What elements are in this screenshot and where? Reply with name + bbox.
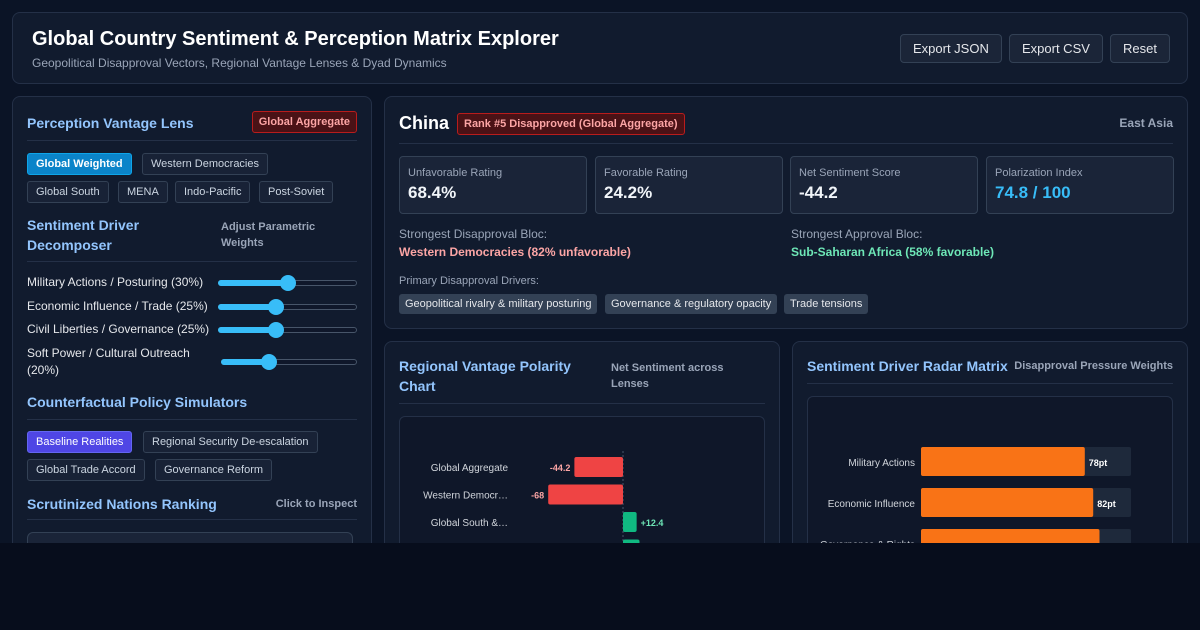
- radar-chart: Military Actions 78pt Economic Influence 82…: [807, 396, 1173, 543]
- metric-value: 68.4%: [408, 183, 457, 202]
- metric-polarization: Polarization Index 74.8 / 100: [986, 156, 1174, 214]
- radar-note: Disapproval Pressure Weights: [1014, 360, 1173, 372]
- metric-label: Unfavorable Rating: [408, 167, 503, 179]
- vantage-title: Perception Vantage Lens: [27, 115, 194, 131]
- approval-bloc-label: Strongest Approval Bloc:: [791, 227, 923, 241]
- metric-value: -44.2: [799, 183, 838, 202]
- control-sidebar: Perception Vantage Lens Global Aggregate…: [12, 96, 372, 543]
- polarity-value-label: -44.2: [550, 463, 571, 473]
- drivers-title: Sentiment Driver Decomposer: [27, 217, 140, 253]
- polarity-category-label: Global Aggregate: [431, 463, 509, 474]
- divider: [27, 140, 357, 141]
- app-viewport: Global Country Sentiment & Perception Ma…: [0, 0, 1200, 543]
- polarity-category-label: Global South &…: [431, 518, 508, 529]
- country-name: China: [399, 113, 450, 133]
- slider-thumb[interactable]: [268, 322, 285, 338]
- metric-value: 74.8 / 100: [995, 183, 1071, 202]
- polarity-bar: [623, 512, 637, 532]
- ranking-note: Click to Inspect: [275, 498, 357, 510]
- disapproval-bloc-value: Western Democracies (82% unfavorable): [399, 245, 631, 259]
- radar-value-label: 78pt: [1089, 458, 1108, 468]
- driver-tag: Trade tensions: [784, 294, 869, 314]
- radar-matrix-panel: Sentiment Driver Radar Matrix Disapprova…: [792, 341, 1188, 543]
- divider: [27, 261, 357, 262]
- radar-chart-svg: Military Actions 78pt Economic Influence 82…: [820, 447, 1131, 543]
- app-header: Global Country Sentiment & Perception Ma…: [12, 12, 1188, 84]
- slider-label-military: Military Actions / Posturing (30%): [27, 275, 204, 289]
- polarity-value-label: -68: [531, 491, 544, 501]
- disapproval-bloc-label: Strongest Disapproval Bloc:: [399, 227, 548, 241]
- slider-label-economic: Economic Influence / Trade (25%): [27, 299, 208, 313]
- scenario-trade-accord[interactable]: Global Trade Accord: [27, 459, 145, 481]
- polarity-note: Net Sentiment across Lenses: [611, 362, 724, 390]
- metric-favorable: Favorable Rating 24.2%: [595, 156, 783, 214]
- slider-label-civil: Civil Liberties / Governance (25%): [27, 322, 210, 336]
- slider-label-soft-power: Soft Power / Cultural Outreach (20%): [27, 346, 190, 377]
- radar-bar: [921, 529, 1100, 543]
- divider: [27, 419, 357, 420]
- lens-western-democracies[interactable]: Western Democracies: [142, 153, 268, 175]
- metric-unfavorable: Unfavorable Rating 68.4%: [399, 156, 587, 214]
- driver-tag: Governance & regulatory opacity: [605, 294, 778, 314]
- app-subtitle: Geopolitical Disapproval Vectors, Region…: [32, 56, 447, 70]
- metric-value: 24.2%: [604, 183, 653, 202]
- polarity-value-label: +12.4: [641, 518, 664, 528]
- polarity-bar: [574, 457, 623, 477]
- counterfactual-title: Counterfactual Policy Simulators: [27, 394, 248, 410]
- polarity-bar: [623, 539, 640, 543]
- radar-value-label: 82pt: [1097, 499, 1116, 509]
- scenario-governance-reform[interactable]: Governance Reform: [155, 459, 273, 481]
- country-detail-panel: China Rank #5 Disapproved (Global Aggreg…: [384, 96, 1188, 329]
- approval-bloc-value: Sub-Saharan Africa (58% favorable): [791, 245, 994, 259]
- slider-economic[interactable]: [218, 299, 357, 315]
- ranking-title: Scrutinized Nations Ranking: [27, 496, 217, 512]
- polarity-category-label: Western Democr…: [423, 491, 508, 502]
- lens-global-south[interactable]: Global South: [27, 181, 109, 203]
- radar-category-label: Economic Influence: [828, 499, 916, 510]
- slider-thumb[interactable]: [260, 354, 277, 370]
- metric-label: Polarization Index: [995, 167, 1083, 179]
- radar-bar: [921, 447, 1085, 476]
- driver-tag: Geopolitical rivalry & military posturin…: [399, 294, 598, 314]
- divider: [807, 383, 1173, 384]
- drivers-note: Adjust Parametric Weights: [221, 221, 316, 249]
- slider-thumb[interactable]: [279, 275, 296, 291]
- polarity-title: Regional Vantage Polarity Chart: [399, 358, 571, 394]
- scenario-security-deescalation[interactable]: Regional Security De-escalation: [143, 431, 318, 453]
- export-json-button[interactable]: Export JSON: [900, 34, 1002, 63]
- lens-indo-pacific[interactable]: Indo-Pacific: [175, 181, 251, 203]
- export-csv-button[interactable]: Export CSV: [1009, 34, 1103, 63]
- app-title: Global Country Sentiment & Perception Ma…: [32, 28, 559, 50]
- ranking-list-item[interactable]: [27, 532, 353, 543]
- slider-civil[interactable]: [218, 322, 357, 338]
- radar-title: Sentiment Driver Radar Matrix: [807, 358, 1008, 374]
- scenario-baseline[interactable]: Baseline Realities: [27, 431, 133, 453]
- divider: [399, 403, 765, 404]
- polarity-chart-panel: Regional Vantage Polarity Chart Net Sent…: [384, 341, 780, 543]
- radar-category-label: Military Actions: [848, 458, 915, 469]
- radar-category-label: Governance & Rights: [820, 540, 915, 543]
- country-region: East Asia: [1119, 116, 1173, 130]
- metric-net-sentiment: Net Sentiment Score -44.2: [790, 156, 978, 214]
- vantage-badge: Global Aggregate: [251, 111, 357, 133]
- lens-mena[interactable]: MENA: [118, 181, 168, 203]
- drivers-label: Primary Disapproval Drivers:: [399, 275, 539, 287]
- metric-label: Net Sentiment Score: [799, 167, 901, 179]
- slider-soft-power[interactable]: [221, 354, 357, 370]
- slider-military[interactable]: [218, 275, 357, 291]
- rank-badge: Rank #5 Disapproved (Global Aggregate): [457, 113, 685, 135]
- lens-global-weighted[interactable]: Global Weighted: [27, 153, 132, 175]
- polarity-chart-svg: Global Aggregate -44.2 Western Democr… -68 G…: [423, 451, 664, 543]
- polarity-chart: Global Aggregate -44.2 Western Democr… -68 G…: [399, 416, 765, 543]
- divider: [27, 519, 357, 520]
- polarity-bar: [548, 484, 623, 505]
- slider-thumb[interactable]: [268, 299, 285, 315]
- reset-button[interactable]: Reset: [1110, 34, 1170, 63]
- radar-bar: [921, 488, 1094, 517]
- divider: [399, 143, 1173, 144]
- metric-label: Favorable Rating: [604, 167, 688, 179]
- lens-post-soviet[interactable]: Post-Soviet: [259, 181, 334, 203]
